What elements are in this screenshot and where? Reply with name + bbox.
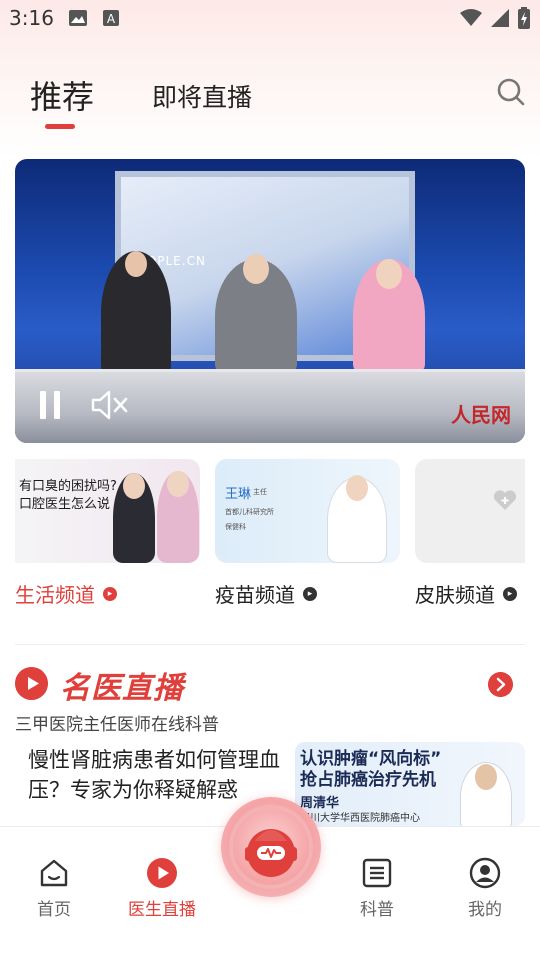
- mute-icon[interactable]: [91, 389, 129, 421]
- channel-card-vaccine[interactable]: 王琳 主任 首都儿科研究所 保健科: [215, 459, 400, 563]
- card-doctor-2-face: [167, 471, 189, 497]
- channel-vaccine-link[interactable]: 疫苗频道 ▸: [215, 579, 317, 608]
- user-icon: [469, 857, 501, 889]
- people-logo: 人民网: [451, 403, 511, 427]
- nav-science-label: 科普: [360, 900, 394, 920]
- status-bar: 3:16 A: [0, 0, 540, 36]
- more-arrow-icon[interactable]: [488, 672, 513, 697]
- card-doctor-dept: 保健科: [225, 523, 246, 531]
- section-divider: [15, 644, 525, 645]
- nav-home-label: 首页: [37, 900, 71, 920]
- play-circle-icon: [147, 858, 177, 888]
- video-player[interactable]: PEOPLE.CN 人民网: [15, 159, 525, 443]
- signal-icon: [491, 9, 509, 27]
- list-icon: [362, 858, 392, 888]
- live-card-title-line2: 抢占肺癌治疗先机: [300, 770, 436, 790]
- card-doctor-name: 王琳: [225, 487, 252, 502]
- nav-doctor-live[interactable]: 医生直播: [122, 857, 202, 920]
- chevron-right-icon: ▸: [303, 586, 317, 601]
- chevron-right-icon: ▸: [103, 586, 117, 601]
- nav-home[interactable]: 首页: [14, 857, 94, 920]
- card-doctor-1-face: [123, 473, 145, 499]
- image-icon: [69, 10, 87, 26]
- assistant-robot-button[interactable]: [221, 797, 321, 897]
- heart-logo-icon: [493, 490, 517, 510]
- wifi-icon: [460, 9, 482, 26]
- presenter-right-face: [376, 259, 402, 289]
- live-card-title: 慢性肾脏病患者如何管理血压？专家为你释疑解惑: [28, 748, 280, 802]
- search-icon[interactable]: [496, 77, 526, 107]
- channel-life-link[interactable]: 生活频道 ▸: [15, 579, 117, 608]
- live-section-subtitle: 三甲医院主任医师在线科普: [15, 715, 219, 735]
- live-card-doctor-face: [475, 764, 497, 790]
- nav-profile[interactable]: 我的: [445, 857, 525, 920]
- channel-life-label: 生活频道: [15, 583, 95, 607]
- nav-profile-label: 我的: [468, 900, 502, 920]
- card-doctor-org: 首都儿科研究所: [225, 508, 274, 516]
- tab-indicator: [45, 124, 75, 129]
- channel-vaccine-label: 疫苗频道: [215, 583, 295, 607]
- robot-icon: [229, 805, 313, 889]
- channel-card-skin[interactable]: [415, 459, 525, 563]
- card-line-1: 有口臭的困扰吗?: [19, 479, 117, 494]
- card-vaccine-doctor-face: [346, 475, 368, 501]
- live-section-title: 名医直播: [60, 671, 184, 706]
- channel-skin-link[interactable]: 皮肤频道 ▸: [415, 579, 517, 608]
- presenter-center-face: [243, 254, 269, 284]
- nav-doctor-live-label: 医生直播: [128, 900, 196, 920]
- channel-card-life[interactable]: 有口臭的困扰吗? 口腔医生怎么说: [15, 459, 200, 563]
- tab-recommended[interactable]: 推荐: [30, 72, 94, 118]
- live-card-lung-cancer[interactable]: 认识肿瘤“风向标” 抢占肺癌治疗先机 周清华 四川大学华西医院肺癌中心: [295, 742, 525, 826]
- card-line-2: 口腔医生怎么说: [19, 497, 111, 512]
- nav-science[interactable]: 科普: [337, 857, 417, 920]
- card-doctor-title: 主任: [253, 488, 267, 496]
- play-circle-icon: [15, 667, 48, 700]
- status-time: 3:16: [9, 6, 54, 30]
- pause-icon[interactable]: [37, 389, 63, 421]
- chevron-right-icon: ▸: [503, 586, 517, 601]
- battery-icon: [518, 7, 530, 29]
- tab-upcoming-live[interactable]: 即将直播: [152, 78, 252, 114]
- presenter-left-face: [125, 251, 147, 277]
- home-icon: [40, 859, 68, 887]
- channel-skin-label: 皮肤频道: [415, 583, 495, 607]
- svg-text:A: A: [107, 12, 116, 26]
- font-icon: A: [103, 10, 119, 26]
